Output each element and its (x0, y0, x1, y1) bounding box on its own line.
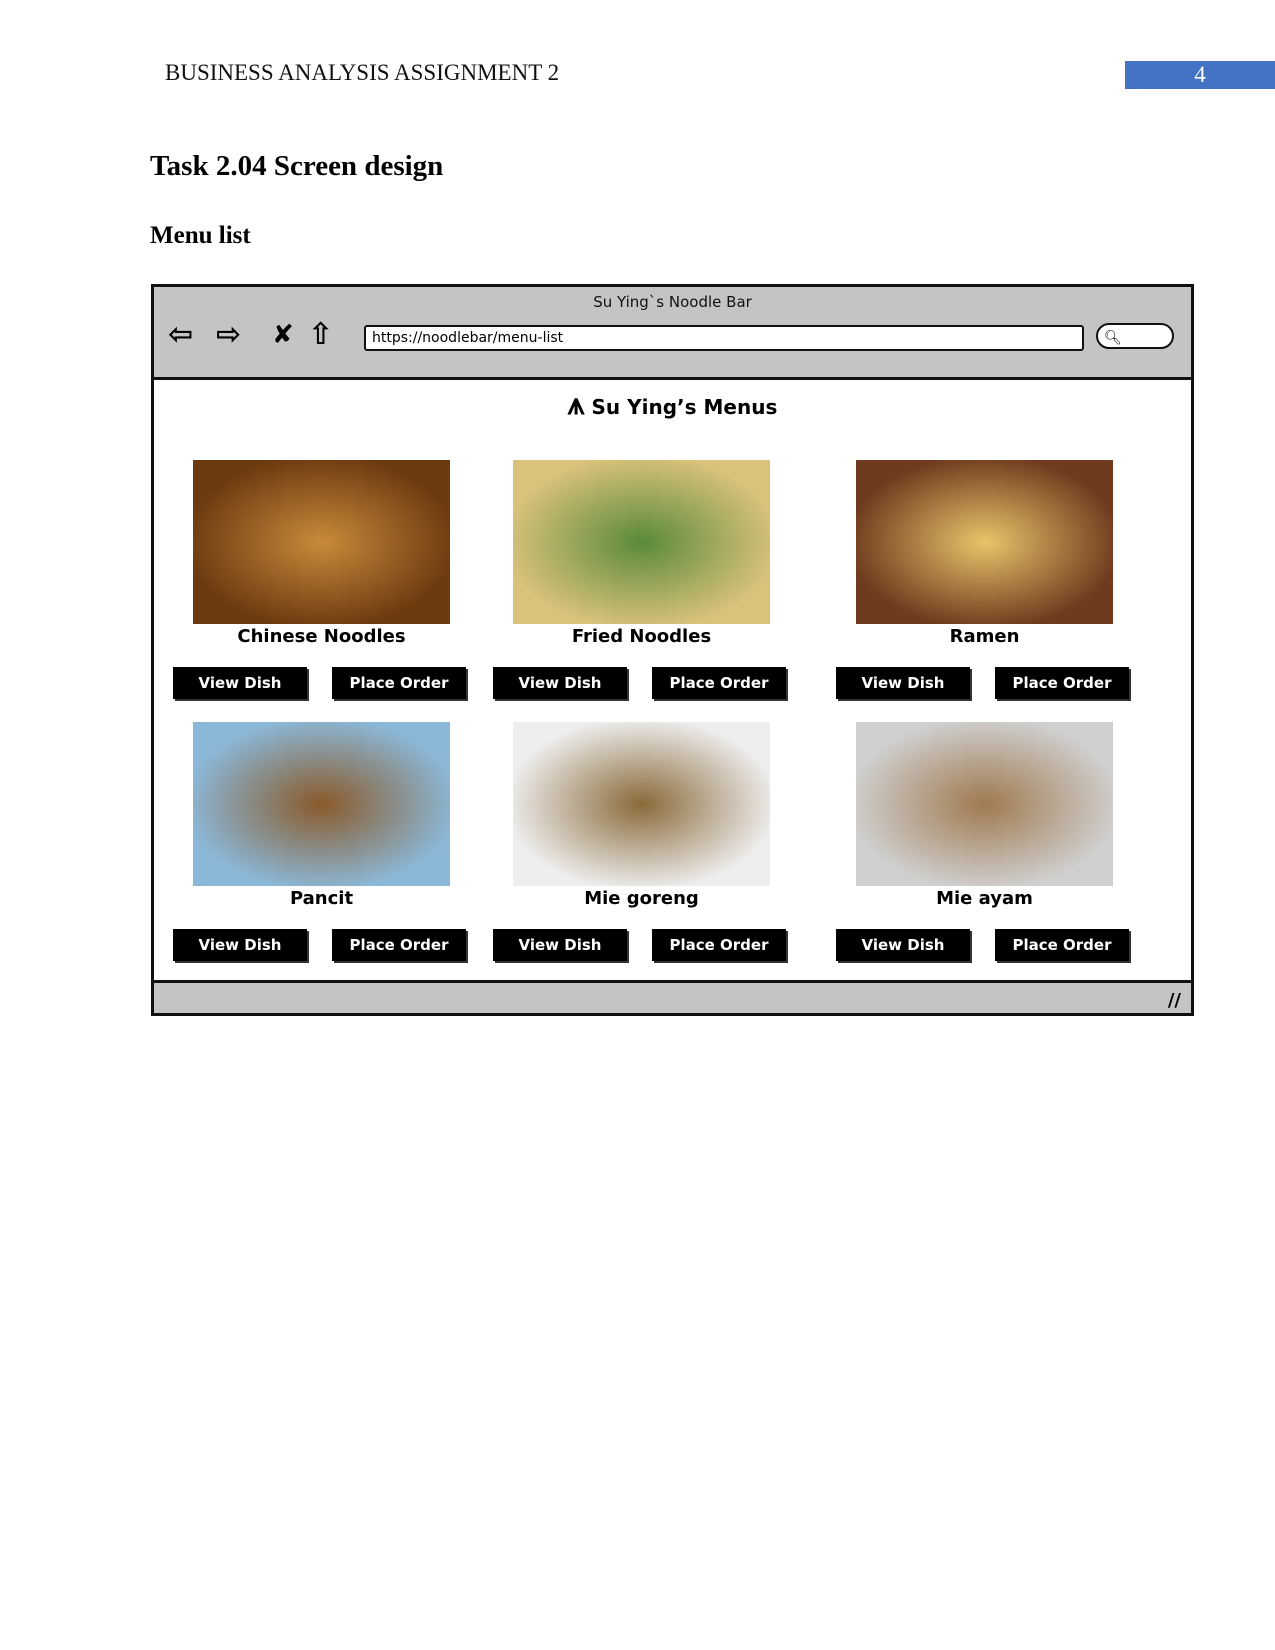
page-number: 4 (1125, 61, 1275, 89)
view-dish-button[interactable]: View Dish (173, 929, 307, 961)
section-heading: Menu list (150, 222, 251, 249)
task-heading: Task 2.04 Screen design (150, 150, 444, 182)
place-order-button[interactable]: Place Order (332, 929, 466, 961)
document-page: BUSINESS ANALYSIS ASSIGNMENT 2 4 Task 2.… (0, 0, 1275, 1650)
view-dish-button[interactable]: View Dish (493, 929, 627, 961)
dish-image[interactable] (513, 460, 770, 624)
dish-name: Mie goreng (584, 888, 699, 909)
browser-toolbar: Su Ying`s Noodle Bar ⇦ ⇨ ✘ ⇧ https://noo… (154, 287, 1191, 380)
dish-image[interactable] (513, 722, 770, 886)
place-order-button[interactable]: Place Order (652, 929, 786, 961)
forward-arrow-icon[interactable]: ⇨ (216, 315, 241, 355)
view-dish-button[interactable]: View Dish (173, 667, 307, 699)
dish-image[interactable] (856, 722, 1113, 886)
dish-name: Chinese Noodles (237, 626, 406, 647)
search-icon: 🔍︎ (1104, 330, 1122, 346)
home-icon[interactable]: ⇧ (308, 315, 333, 355)
brand-name: Su Ying’s Menus (591, 395, 778, 419)
back-arrow-icon[interactable]: ⇦ (168, 315, 193, 355)
view-dish-button[interactable]: View Dish (493, 667, 627, 699)
place-order-button[interactable]: Place Order (995, 667, 1129, 699)
browser-wireframe: Su Ying`s Noodle Bar ⇦ ⇨ ✘ ⇧ https://noo… (151, 284, 1194, 1016)
dish-name: Fried Noodles (571, 626, 712, 647)
view-dish-button[interactable]: View Dish (836, 929, 970, 961)
close-icon[interactable]: ✘ (272, 315, 294, 355)
window-title: Su Ying`s Noodle Bar (593, 293, 752, 311)
place-order-button[interactable]: Place Order (995, 929, 1129, 961)
dish-name: Mie ayam (936, 888, 1033, 909)
status-bar: // (154, 980, 1191, 1013)
logo-icon: ⩚ (567, 387, 585, 422)
dish-image[interactable] (856, 460, 1113, 624)
place-order-button[interactable]: Place Order (652, 667, 786, 699)
dish-name: Pancit (289, 888, 354, 909)
view-dish-button[interactable]: View Dish (836, 667, 970, 699)
place-order-button[interactable]: Place Order (332, 667, 466, 699)
running-header: BUSINESS ANALYSIS ASSIGNMENT 2 (165, 60, 560, 85)
url-input[interactable]: https://noodlebar/menu-list (364, 325, 1084, 351)
resize-grip-icon[interactable]: // (1168, 990, 1181, 1011)
brand-title: ⩚ Su Ying’s Menus (154, 387, 1191, 422)
dish-name: Ramen (949, 626, 1020, 647)
dish-image[interactable] (193, 722, 450, 886)
search-button[interactable]: 🔍︎ (1096, 323, 1174, 349)
dish-image[interactable] (193, 460, 450, 624)
